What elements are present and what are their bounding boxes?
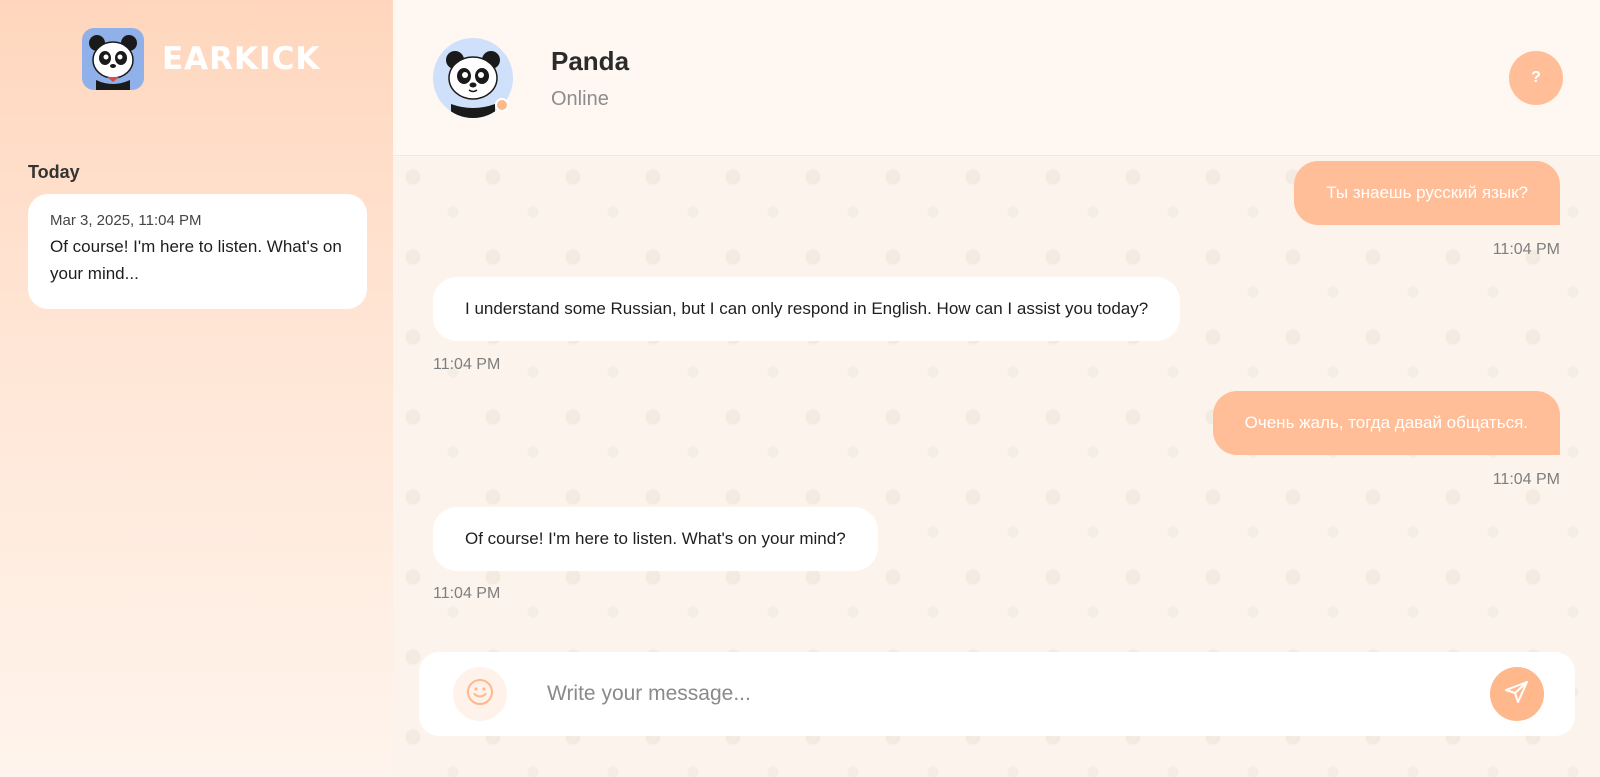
message-composer xyxy=(419,652,1575,736)
contact-name: Panda xyxy=(551,46,630,76)
chat-header: Panda Online ? xyxy=(393,0,1600,156)
message-list[interactable]: Ты знаешь русский язык? 11:04 PM I under… xyxy=(393,157,1600,777)
message-input[interactable] xyxy=(547,672,1447,716)
message-time: 11:04 PM xyxy=(433,585,501,602)
brand[interactable]: EARKICK xyxy=(82,28,320,90)
help-button[interactable]: ? xyxy=(1509,51,1563,105)
session-date: Mar 3, 2025, 11:04 PM xyxy=(50,212,202,229)
brand-name: EARKICK xyxy=(162,41,321,77)
bot-message: I understand some Russian, but I can onl… xyxy=(433,277,1181,341)
send-button[interactable] xyxy=(1490,667,1544,721)
day-group-label: Today xyxy=(28,162,80,182)
session-preview: Of course! I'm here to listen. What's on… xyxy=(50,237,342,283)
chat-panel: Panda Online ? Ты знаешь русский язык? 1… xyxy=(393,0,1600,777)
user-message: Ты знаешь русский язык? xyxy=(1294,161,1560,225)
smiley-icon xyxy=(466,678,494,711)
paper-plane-icon xyxy=(1503,678,1531,711)
message-time: 11:04 PM xyxy=(1492,471,1560,488)
user-message: Очень жаль, тогда давай общаться. xyxy=(1212,391,1560,455)
sidebar: EARKICK Today Mar 3, 2025, 11:04 PM Of c… xyxy=(0,0,393,777)
contact-status: Online xyxy=(551,88,609,110)
message-time: 11:04 PM xyxy=(433,356,501,373)
message-time: 11:04 PM xyxy=(1492,241,1560,258)
online-indicator xyxy=(495,98,509,112)
bot-message: Of course! I'm here to listen. What's on… xyxy=(433,507,878,571)
session-card[interactable]: Mar 3, 2025, 11:04 PM Of course! I'm her… xyxy=(28,194,367,309)
contact-avatar[interactable] xyxy=(433,38,513,118)
panda-logo-icon xyxy=(82,28,144,90)
emoji-button[interactable] xyxy=(453,667,507,721)
